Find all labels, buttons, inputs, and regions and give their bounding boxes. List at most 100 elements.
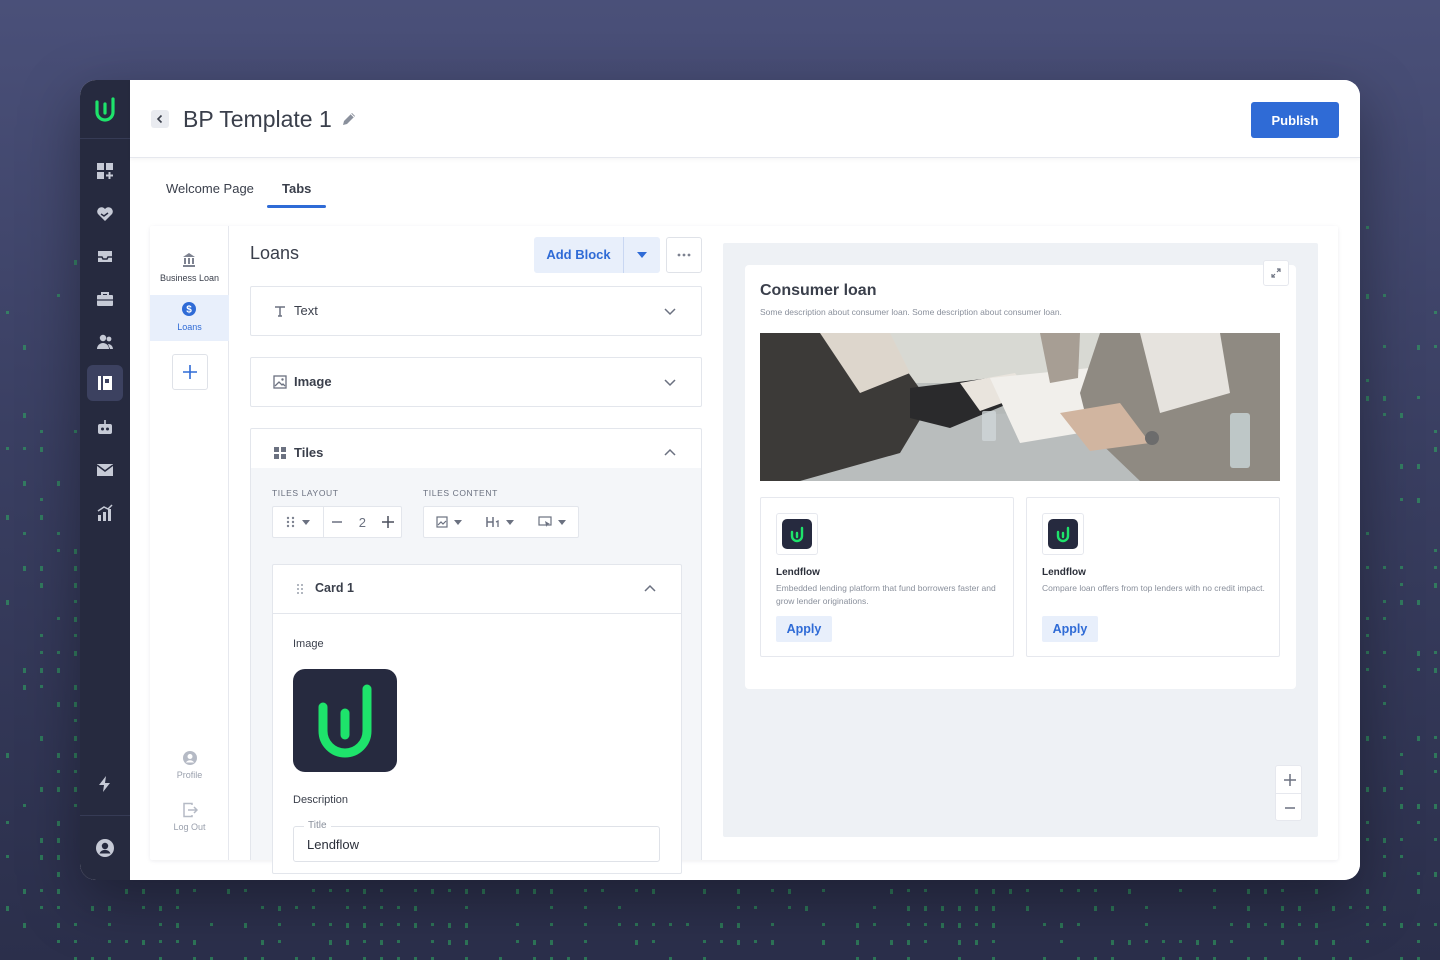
tiles-content-controls — [423, 506, 579, 538]
title-input[interactable] — [307, 837, 647, 852]
brand-logo-icon[interactable] — [93, 96, 117, 122]
decrement-columns-button[interactable] — [324, 506, 350, 538]
background-dot — [278, 940, 281, 943]
block-text[interactable]: Text — [250, 286, 702, 336]
apply-button[interactable]: Apply — [1042, 616, 1098, 642]
background-dot — [1145, 940, 1148, 943]
rail-divider — [80, 815, 130, 816]
background-dot — [1434, 872, 1437, 877]
background-dot — [40, 447, 43, 452]
background-dot — [1434, 430, 1437, 433]
drag-handle-icon[interactable] — [295, 582, 305, 596]
background-dot — [1026, 906, 1029, 911]
background-dot — [1366, 617, 1369, 620]
card-image-preview[interactable] — [293, 669, 397, 772]
logout-link[interactable]: Log Out — [150, 802, 229, 832]
content-heading-dropdown[interactable] — [474, 506, 526, 538]
profile-link[interactable]: Profile — [150, 750, 229, 780]
background-dot — [57, 838, 60, 843]
background-dot — [125, 889, 128, 894]
background-dot — [380, 889, 383, 892]
background-dot — [91, 906, 94, 911]
background-dot — [23, 685, 26, 690]
background-dot — [1383, 294, 1386, 297]
zoom-in-button[interactable] — [1276, 766, 1303, 793]
mail-icon[interactable] — [93, 458, 117, 482]
account-icon[interactable] — [93, 836, 117, 860]
content-image-dropdown[interactable] — [424, 506, 474, 538]
background-dot — [57, 294, 60, 297]
pencil-icon[interactable] — [340, 110, 358, 128]
brand-logo-icon — [1056, 526, 1070, 543]
add-block-button[interactable]: Add Block — [534, 237, 624, 273]
content-button-dropdown[interactable] — [526, 506, 578, 538]
background-dot — [1366, 906, 1369, 909]
background-dot — [1366, 294, 1369, 299]
background-dot — [74, 702, 77, 707]
background-dot — [431, 923, 434, 926]
robot-icon[interactable] — [93, 415, 117, 439]
dashboard-icon[interactable] — [93, 159, 117, 183]
inbox-icon[interactable] — [93, 244, 117, 268]
background-dot — [346, 923, 349, 928]
background-dot — [74, 583, 77, 588]
background-dot — [992, 923, 995, 928]
background-dot — [6, 855, 9, 858]
background-dot — [1434, 583, 1437, 588]
background-dot — [57, 821, 60, 826]
card-header[interactable]: Card 1 — [273, 565, 681, 614]
background-dot — [74, 260, 77, 265]
background-dot — [1264, 889, 1267, 894]
add-section-button[interactable] — [172, 354, 208, 390]
briefcase-icon[interactable] — [93, 287, 117, 311]
background-dot — [618, 906, 621, 909]
add-block-dropdown[interactable] — [624, 237, 660, 273]
increment-columns-button[interactable] — [375, 506, 401, 538]
background-dot — [958, 906, 961, 911]
back-button[interactable] — [151, 110, 169, 128]
app-window: BP Template 1 Publish Welcome Page Tabs … — [80, 80, 1360, 880]
heart-handshake-icon[interactable] — [93, 202, 117, 226]
background-dot — [6, 753, 9, 758]
tiles-layout-controls: 2 — [272, 506, 402, 538]
background-dot — [1366, 634, 1369, 637]
background-dot — [1060, 940, 1063, 943]
chevron-up-icon[interactable] — [643, 582, 657, 596]
expand-preview-button[interactable] — [1263, 260, 1289, 286]
background-dot — [890, 889, 893, 894]
analytics-icon[interactable] — [93, 501, 117, 525]
background-dot — [142, 906, 145, 909]
background-dot — [1298, 923, 1301, 926]
background-dot — [363, 889, 366, 894]
preview-tile: Lendflow Embedded lending platform that … — [760, 497, 1014, 657]
background-dot — [1434, 345, 1437, 348]
blocks-panel: Loans Add Block Text Image Tiles TILES L… — [250, 226, 702, 874]
background-dot — [584, 906, 587, 909]
tab-tabs[interactable]: Tabs — [282, 176, 311, 208]
background-dot — [1230, 940, 1233, 943]
background-dot — [329, 889, 332, 892]
users-icon[interactable] — [93, 330, 117, 354]
subnav-item-loans[interactable]: $ Loans — [150, 295, 229, 341]
background-dot — [465, 906, 468, 909]
background-dot — [1383, 651, 1386, 654]
grid-layout-dropdown[interactable] — [273, 506, 323, 538]
background-dot — [448, 889, 451, 892]
background-dot — [1213, 889, 1216, 892]
tab-welcome-page[interactable]: Welcome Page — [166, 176, 254, 208]
more-options-button[interactable] — [666, 237, 702, 273]
zoom-out-button[interactable] — [1276, 794, 1303, 821]
background-dot — [1213, 906, 1216, 909]
subnav-item-business-loan[interactable]: Business Loan — [150, 246, 229, 292]
block-image[interactable]: Image — [250, 357, 702, 407]
lightning-icon[interactable] — [93, 772, 117, 796]
cursor-button-icon — [538, 516, 552, 527]
background-dot — [414, 906, 417, 911]
background-dot — [1366, 651, 1369, 654]
columns-value[interactable]: 2 — [349, 515, 375, 530]
templates-icon[interactable] — [87, 365, 123, 401]
publish-button[interactable]: Publish — [1251, 102, 1339, 138]
background-dot — [57, 770, 60, 773]
apply-button[interactable]: Apply — [776, 616, 832, 642]
background-dot — [1281, 940, 1284, 945]
